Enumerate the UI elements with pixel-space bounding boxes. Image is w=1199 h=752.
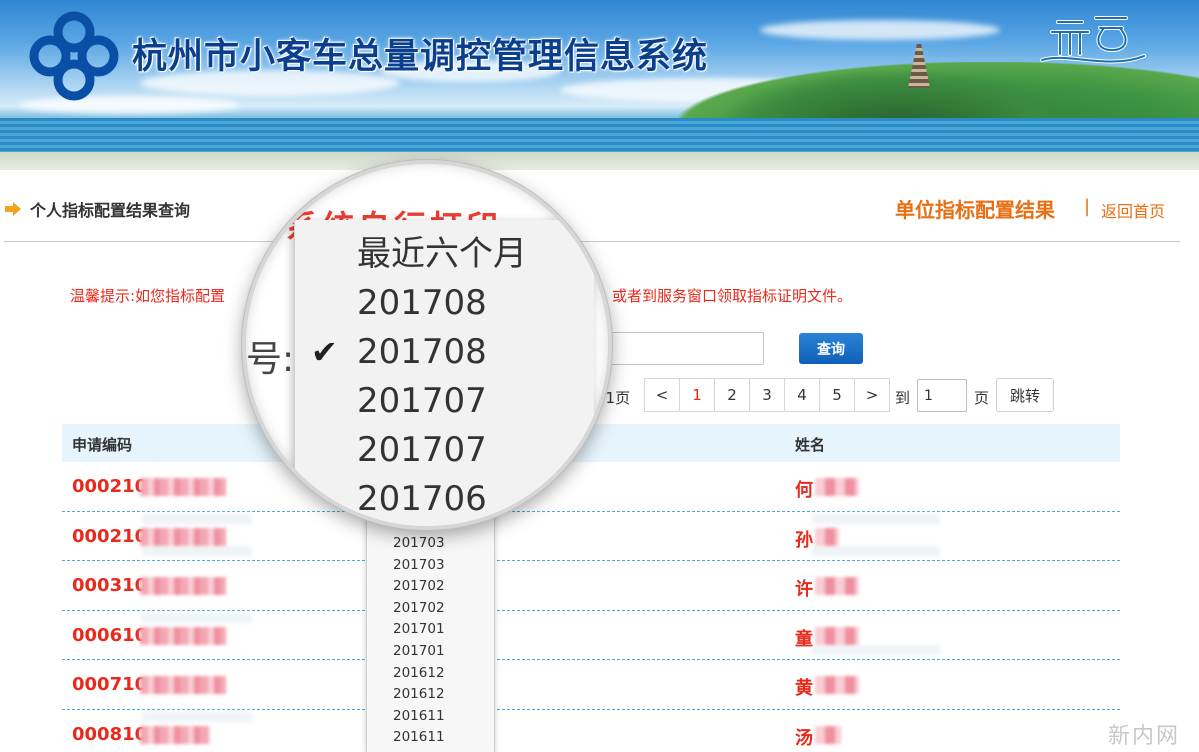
magnified-option[interactable]: 201707 [295,377,594,426]
header-sub-strip [0,152,1199,170]
redacted-code [140,527,226,546]
banner-lake [0,118,1199,152]
option-label: 201708 [357,332,487,372]
table-row[interactable]: 000610 童 [62,611,1120,661]
row-name: 许 [795,579,813,601]
option-label: 201707 [357,381,487,421]
redacted-name [815,478,859,496]
ghost-blur [812,545,940,556]
hangzhou-emblem-icon [1040,16,1146,64]
redacted-code [140,626,226,645]
query-button[interactable]: 查询 [799,333,863,364]
goto-page-input[interactable]: 1 [917,379,967,412]
table-row[interactable]: 000810 汤 [62,710,1120,752]
row-code: 000210 [72,476,148,497]
pager-next-button[interactable]: > [854,378,890,412]
dropdown-option[interactable]: 201702 [367,598,494,620]
header-banner: 杭州市小客车总量调控管理信息系统 [0,0,1199,152]
pager-page-4[interactable]: 4 [784,378,820,412]
nav-separator: | [1084,196,1091,217]
dropdown-option[interactable]: 201703 [367,555,494,577]
redacted-code [140,725,210,744]
row-name: 何 [795,480,813,501]
unit-result-link[interactable]: 单位指标配置结果 [895,194,1055,223]
jump-button[interactable]: 跳转 [996,378,1054,412]
redacted-code [140,676,226,695]
option-label: 最近六个月 [357,234,527,274]
option-label: 201707 [357,430,487,470]
breadcrumb: 个人指标配置结果查询 [4,197,190,221]
magnified-dropdown[interactable]: 最近六个月 201708 ✔ 201708 201707 201707 20170… [294,220,594,526]
table-row[interactable]: 000310 许 [62,561,1120,611]
ghost-blur [142,612,252,623]
option-label: 201706 [357,479,487,519]
magnified-option[interactable]: 201706 [295,475,594,524]
site-title: 杭州市小客车总量调控管理信息系统 [132,37,709,77]
arrow-right-icon [5,202,21,216]
magnified-option[interactable]: 201707 [295,426,594,475]
redacted-name [815,527,839,546]
magnified-option[interactable]: 201708 [295,279,594,328]
warm-tip-right: 或者到服务窗口领取指标证明文件。 [612,287,853,305]
row-name: 汤 [795,727,813,749]
redacted-name [815,577,859,596]
magnified-option-selected[interactable]: ✔ 201708 [295,328,594,377]
dropdown-option[interactable]: 201703 [367,533,494,555]
row-name: 孙 [795,529,813,551]
knot-logo-icon[interactable] [28,10,120,102]
redacted-code [140,478,226,496]
dropdown-option[interactable]: 201702 [367,576,494,598]
header-code: 申请编码 [72,436,133,454]
redacted-name [815,626,859,645]
row-code: 000810 [72,723,148,745]
option-label: 201708 [357,283,487,323]
watermark: 新内网 [1108,724,1181,749]
redacted-code [140,577,226,596]
row-code: 000310 [72,575,148,597]
magnified-label-fragment: 号: [246,339,295,380]
goto-label: 到 [895,389,911,407]
redacted-name [815,725,841,744]
redacted-name [815,676,859,695]
dropdown-option[interactable]: 201701 [367,619,494,641]
pager-page-1[interactable]: 1 [679,378,715,412]
warm-tip-left: 温馨提示:如您指标配置 [70,287,226,305]
row-code: 000610 [72,624,148,646]
pagination: < 1 2 3 4 5 > [644,378,890,412]
pager-page-5[interactable]: 5 [819,378,855,412]
ghost-blur [812,644,940,655]
magnifier-lens: 系统自行打印 号: 最近六个月 201708 ✔201708 201707 20… [242,160,612,530]
dropdown-option[interactable]: 201612 [367,684,494,706]
magnified-option[interactable]: 最近六个月 [295,230,594,279]
pager-page-3[interactable]: 3 [749,378,785,412]
page-title: 个人指标配置结果查询 [30,201,191,220]
row-name: 黄 [795,678,813,700]
header-name: 姓名 [795,436,826,454]
ghost-blur [142,711,252,722]
dropdown-option[interactable]: 201701 [367,641,494,663]
ghost-blur [142,545,252,556]
row-code: 000710 [72,674,148,696]
dropdown-option[interactable]: 201612 [367,663,494,685]
row-code: 000210 [72,525,148,547]
ghost-blur [812,513,940,524]
pager-prev-button[interactable]: < [644,378,680,412]
dropdown-option[interactable]: 201611 [367,727,494,749]
page-unit-label: 页 [974,389,990,407]
row-name: 童 [795,628,813,650]
home-link[interactable]: 返回首页 [1101,198,1165,222]
table-row[interactable]: 000710 黄 [62,660,1120,710]
checkmark-icon: ✔ [311,333,338,371]
ghost-blur [142,513,252,524]
pager-page-2[interactable]: 2 [714,378,750,412]
month-dropdown-list[interactable]: 201703 201703 201702 201702 201701 20170… [366,500,495,752]
dropdown-option[interactable]: 201611 [367,706,494,728]
query-input[interactable] [610,332,764,365]
